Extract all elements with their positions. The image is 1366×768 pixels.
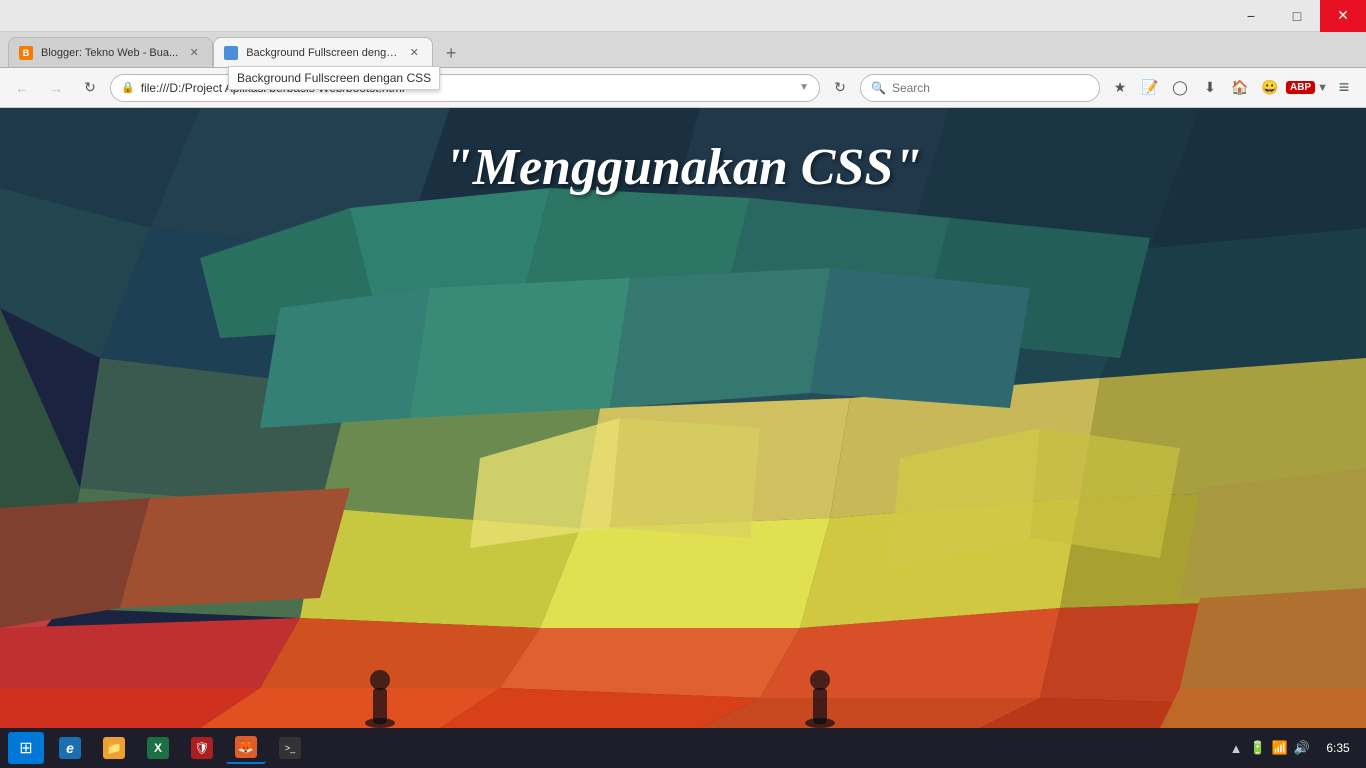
new-tab-button[interactable]: + (437, 39, 465, 67)
search-icon: 🔍 (871, 81, 886, 95)
lock-icon: 🔒 (121, 81, 135, 94)
network-icon[interactable]: 📶 (1270, 738, 1290, 758)
battery-icon[interactable]: 🔋 (1248, 738, 1268, 758)
bookmark-star-button[interactable]: ★ (1106, 74, 1134, 102)
abp-dropdown[interactable]: ▼ (1317, 82, 1328, 94)
toolbar-icons: ★ 📝 ◯ ⬇ 🏠 😀 ABP ▼ ≡ (1106, 74, 1358, 102)
tab-label-fullscreen: Background Fullscreen denga... (246, 47, 398, 59)
taskbar-app-ie[interactable]: e (50, 732, 90, 764)
security-icon: 🛡 (191, 737, 213, 759)
tab-close-blogger[interactable]: ✕ (186, 45, 202, 61)
title-bar: − □ ✕ (0, 0, 1366, 32)
tab-fullscreen[interactable]: Background Fullscreen denga... ✕ (213, 37, 433, 67)
address-bar: ← → ↻ 🔒 file:///D:/Project Aplikasi berb… (0, 68, 1366, 108)
search-input[interactable] (892, 81, 1089, 95)
taskbar-app-firefox[interactable]: 🦊 (226, 732, 266, 764)
taskbar-apps: e 📁 X 🛡 🦊 >_ (50, 732, 1226, 764)
pocket-button[interactable]: ◯ (1166, 74, 1194, 102)
forward-button[interactable]: → (42, 74, 70, 102)
tab-label-blogger: Blogger: Tekno Web - Bua... (41, 47, 178, 59)
windows-icon: ⊞ (19, 738, 32, 758)
refresh-button[interactable]: ↻ (76, 74, 104, 102)
taskbar-app-security[interactable]: 🛡 (182, 732, 222, 764)
taskbar-app-excel[interactable]: X (138, 732, 178, 764)
close-button[interactable]: ✕ (1320, 0, 1366, 32)
minimize-button[interactable]: − (1228, 0, 1274, 32)
firefox-icon: 🦊 (235, 736, 257, 758)
browser-window: − □ ✕ B Blogger: Tekno Web - Bua... ✕ Ba… (0, 0, 1366, 728)
excel-icon: X (147, 737, 169, 759)
menu-button[interactable]: ≡ (1330, 74, 1358, 102)
search-bar[interactable]: 🔍 (860, 74, 1100, 102)
reload-button[interactable]: ↻ (826, 74, 854, 102)
tab-tooltip: Background Fullscreen dengan CSS (228, 66, 440, 90)
taskbar-right: ▲ 🔋 📶 🔊 6:35 (1226, 738, 1358, 758)
system-clock: 6:35 (1318, 741, 1358, 755)
terminal-icon: >_ (279, 737, 301, 759)
tab-blogger[interactable]: B Blogger: Tekno Web - Bua... ✕ (8, 37, 213, 67)
home-button[interactable]: 🏠 (1226, 74, 1254, 102)
address-dropdown-icon[interactable]: ▼ (799, 82, 809, 93)
tab-favicon-file (224, 46, 238, 60)
webpage-content: "Menggunakan CSS" (0, 108, 1366, 728)
tab-close-fullscreen[interactable]: ✕ (406, 45, 422, 61)
adblock-plus-button[interactable]: ABP (1286, 81, 1315, 94)
avatar-button[interactable]: 😀 (1256, 74, 1284, 102)
window-controls: − □ ✕ (1228, 0, 1366, 32)
volume-icon[interactable]: 🔊 (1292, 738, 1312, 758)
taskbar: ⊞ e 📁 X 🛡 🦊 >_ ▲ 🔋 📶 🔊 6:35 (0, 728, 1366, 768)
page-main-title: "Menggunakan CSS" (444, 138, 922, 197)
address-bar-input[interactable]: 🔒 file:///D:/Project Aplikasi berbasis W… (110, 74, 820, 102)
back-button[interactable]: ← (8, 74, 36, 102)
start-button[interactable]: ⊞ (8, 732, 44, 764)
tab-bar: B Blogger: Tekno Web - Bua... ✕ Backgrou… (0, 32, 1366, 68)
tray-arrow-icon[interactable]: ▲ (1226, 738, 1246, 758)
taskbar-app-terminal[interactable]: >_ (270, 732, 310, 764)
ie-icon: e (59, 737, 81, 759)
download-button[interactable]: ⬇ (1196, 74, 1224, 102)
reader-mode-button[interactable]: 📝 (1136, 74, 1164, 102)
explorer-icon: 📁 (103, 737, 125, 759)
system-tray: ▲ 🔋 📶 🔊 (1226, 738, 1312, 758)
maximize-button[interactable]: □ (1274, 0, 1320, 32)
tab-favicon-blogger: B (19, 46, 33, 60)
taskbar-app-explorer[interactable]: 📁 (94, 732, 134, 764)
